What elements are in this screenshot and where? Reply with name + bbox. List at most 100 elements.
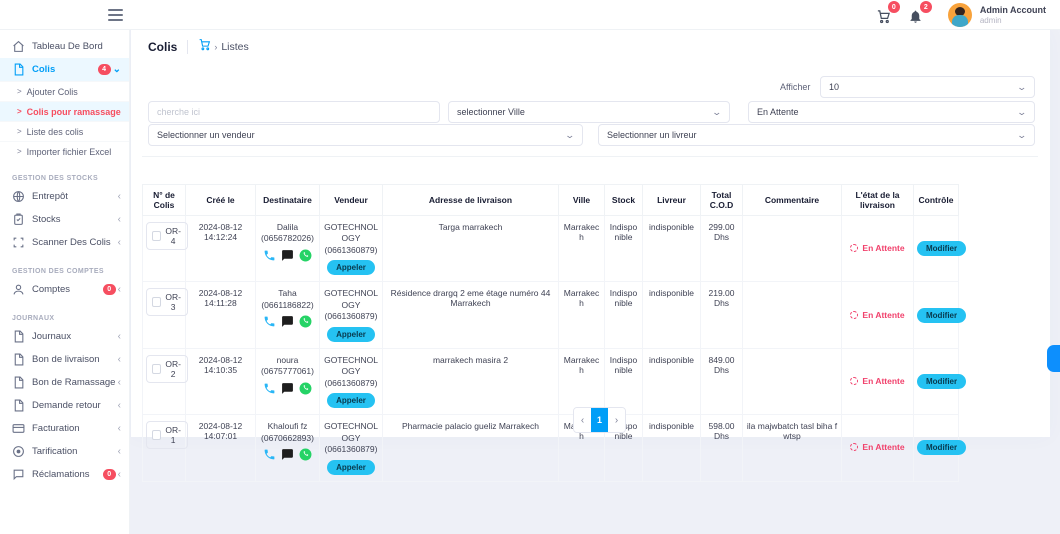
livreur-select[interactable]: Selectionner un livreur ⌄	[598, 124, 1035, 146]
user-meta[interactable]: Admin Account admin	[980, 5, 1046, 25]
call-button[interactable]: Appeler	[327, 460, 375, 475]
sidebar-item-dashboard[interactable]: Tableau De Bord	[0, 35, 129, 58]
vendor-phone: (0661360879)	[323, 378, 379, 389]
hamburger-menu-icon[interactable]	[108, 9, 123, 21]
row-checkbox[interactable]	[152, 430, 161, 440]
etat-value: En Attente	[757, 107, 799, 117]
sidebar-item-scanner[interactable]: Scanner Des Colis ‹	[0, 231, 129, 254]
colis-id-chip: OR-2	[146, 355, 188, 383]
col-header-total: Total C.O.D	[701, 185, 743, 216]
cart-button[interactable]: 0	[876, 6, 894, 24]
sms-icon[interactable]	[281, 249, 294, 262]
sidebar-section-journaux: JOURNAUX	[0, 301, 129, 325]
etat-select[interactable]: En Attente ⌄	[748, 101, 1035, 123]
sidebar-item-demande-retour[interactable]: Demande retour ‹	[0, 394, 129, 417]
col-header-commentaire: Commentaire	[743, 185, 842, 216]
search-input[interactable]	[157, 107, 431, 117]
page-title: Colis	[148, 40, 177, 54]
sidebar-item-importer-excel[interactable]: > Importer fichier Excel	[0, 141, 129, 161]
sidebar-item-ajouter-colis[interactable]: > Ajouter Colis	[0, 81, 129, 101]
cart-badge: 0	[888, 1, 900, 13]
whatsapp-icon[interactable]	[299, 382, 312, 395]
phone-icon[interactable]	[263, 249, 276, 262]
sidebar-item-bon-livraison[interactable]: Bon de livraison ‹	[0, 348, 129, 371]
ville-cell: Marrakech	[559, 348, 605, 414]
sidebar-item-label: Tarification	[32, 446, 116, 457]
status-cell: En Attente	[842, 282, 914, 348]
row-checkbox[interactable]	[152, 231, 161, 241]
pagination-next-button[interactable]: ›	[608, 408, 625, 432]
ville-cell: Marrakech	[559, 216, 605, 282]
notifications-badge: 2	[920, 1, 932, 13]
row-checkbox[interactable]	[152, 297, 161, 307]
status-badge: En Attente	[862, 310, 904, 320]
sidebar-item-stocks[interactable]: Stocks ‹	[0, 208, 129, 231]
phone-icon[interactable]	[263, 315, 276, 328]
vendeur-cell: GOTECHNOLOGY (0661360879) Appeler	[320, 415, 383, 481]
sms-icon[interactable]	[281, 382, 294, 395]
avatar[interactable]	[948, 3, 972, 27]
address-cell: Résidence drargq 2 eme étage numéro 44 M…	[383, 282, 559, 348]
phone-icon[interactable]	[263, 382, 276, 395]
divider	[142, 156, 1038, 157]
sms-icon[interactable]	[281, 315, 294, 328]
destinataire-cell: Khaloufi fz (0670662893)	[256, 415, 320, 481]
chevron-down-icon: ⌄	[565, 130, 576, 141]
address-cell: marrakech masira 2	[383, 348, 559, 414]
stock-cell: Indisponible	[605, 216, 643, 282]
sidebar-item-label: Ajouter Colis	[27, 87, 78, 97]
call-button[interactable]: Appeler	[327, 327, 375, 342]
whatsapp-icon[interactable]	[299, 448, 312, 461]
sidebar-item-tarification[interactable]: Tarification ‹	[0, 440, 129, 463]
destinataire-cell: Dalila (0656782026)	[256, 216, 320, 282]
sidebar-item-comptes[interactable]: Comptes 0 ‹	[0, 278, 129, 301]
whatsapp-icon[interactable]	[299, 249, 312, 262]
sidebar-item-bon-ramassage[interactable]: Bon de Ramassage ‹	[0, 371, 129, 394]
control-cell: Modifier	[914, 282, 959, 348]
dest-phone: (0661186822)	[259, 300, 316, 311]
sidebar-item-liste-colis[interactable]: > Liste des colis	[0, 121, 129, 141]
modify-button[interactable]: Modifier	[917, 374, 966, 389]
home-icon	[12, 40, 25, 53]
sidebar-item-entrepot[interactable]: Entrepôt ‹	[0, 185, 129, 208]
chevron-left-icon: ‹	[118, 400, 121, 411]
chevron-down-icon: ⌄	[1017, 107, 1028, 118]
search-field[interactable]	[148, 101, 440, 123]
ville-select[interactable]: selectionner Ville ⌄	[448, 101, 730, 123]
livreur-cell: indisponible	[643, 348, 701, 414]
address-cell: Pharmacie palacio gueliz Marrakech	[383, 415, 559, 481]
arrow-right-icon: >	[17, 87, 22, 96]
chevron-left-icon: ‹	[118, 214, 121, 225]
file-icon	[12, 353, 25, 366]
chevron-left-icon: ‹	[118, 469, 121, 480]
row-checkbox[interactable]	[152, 364, 161, 374]
dest-name: Dalila	[259, 222, 316, 233]
sms-icon[interactable]	[281, 448, 294, 461]
modify-button[interactable]: Modifier	[917, 308, 966, 323]
call-button[interactable]: Appeler	[327, 393, 375, 408]
pagination-page-1[interactable]: 1	[591, 408, 608, 432]
whatsapp-icon[interactable]	[299, 315, 312, 328]
sidebar-item-reclamations[interactable]: Réclamations 0 ‹	[0, 463, 129, 486]
total-cell: 598.00 Dhs	[701, 415, 743, 481]
sidebar-item-colis-ramassage[interactable]: > Colis pour ramassage	[0, 101, 129, 121]
modify-button[interactable]: Modifier	[917, 440, 966, 455]
cart-icon	[198, 38, 211, 56]
call-button[interactable]: Appeler	[327, 260, 375, 275]
pagination-prev-button[interactable]: ‹	[574, 408, 591, 432]
sidebar-item-colis[interactable]: Colis 4 ⌄	[0, 58, 129, 81]
sidebar-item-journaux[interactable]: Journaux ‹	[0, 325, 129, 348]
floating-action-button[interactable]	[1047, 345, 1060, 372]
created-cell: 2024-08-12 14:10:35	[186, 348, 256, 414]
notifications-button[interactable]: 2	[908, 6, 926, 24]
livreur-cell: indisponible	[643, 282, 701, 348]
modify-button[interactable]: Modifier	[917, 241, 966, 256]
afficher-select[interactable]: 10 ⌄	[820, 76, 1035, 98]
dest-name: noura	[259, 355, 316, 366]
table-row: OR-2 2024-08-12 14:10:35 noura (06757770…	[143, 348, 959, 414]
sidebar-item-facturation[interactable]: Facturation ‹	[0, 417, 129, 440]
destinataire-cell: Taha (0661186822)	[256, 282, 320, 348]
sidebar: Tableau De Bord Colis 4 ⌄ > Ajouter Coli…	[0, 30, 130, 534]
phone-icon[interactable]	[263, 448, 276, 461]
vendeur-select[interactable]: Selectionner un vendeur ⌄	[148, 124, 583, 146]
